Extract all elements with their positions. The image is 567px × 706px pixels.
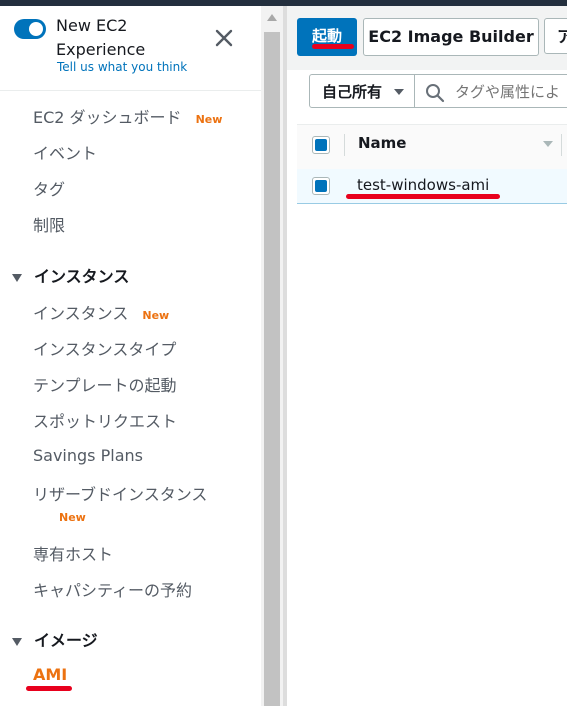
close-icon[interactable] [212,26,236,50]
collapse-triangle-icon [12,273,22,282]
sidebar-item-instances[interactable]: インスタンス New [33,300,169,324]
actions-button[interactable]: ア [544,18,567,54]
ec2-image-builder-button[interactable]: EC2 Image Builder [363,18,539,56]
sidebar-item-label: インスタンス [33,304,129,323]
checkbox-fill [315,139,327,151]
sidebar-item-ami[interactable]: AMI [33,665,67,684]
row-checkbox[interactable] [312,177,330,195]
scrollbar-thumb[interactable] [264,32,280,706]
column-header-name[interactable]: Name [358,134,406,152]
ami-name-cell[interactable]: test-windows-ami [357,176,489,194]
red-annotation-underline [26,686,72,691]
sidebar-item-instance-types[interactable]: インスタンスタイプ [33,336,176,360]
sidebar-item-reserved-instances[interactable]: リザーブドインスタンス [33,481,207,505]
ownership-select[interactable]: 自己所有 [309,74,415,108]
sidebar-item-savings-plans[interactable]: Savings Plans [33,446,143,465]
sidebar-item-limits[interactable]: 制限 [33,212,65,236]
sidebar-item-tags[interactable]: タグ [33,176,65,200]
sidebar-item-label: EC2 ダッシュボード [33,108,182,127]
toggle-knob [29,22,43,36]
checkbox-fill [315,180,327,192]
collapse-triangle-icon [12,637,22,646]
new-experience-toggle[interactable] [14,19,46,39]
new-badge: New [142,309,170,322]
new-badge: New [59,511,86,524]
table-header [297,124,567,170]
column-separator [561,134,562,156]
section-title: イメージ [34,631,98,650]
search-box[interactable] [415,74,567,108]
select-all-checkbox[interactable] [312,136,330,154]
new-badge: New [195,113,223,126]
sort-caret-icon[interactable] [543,141,553,147]
search-input[interactable] [453,81,567,103]
sidebar-section-images[interactable]: イメージ [12,627,98,651]
sidebar-item-dashboard[interactable]: EC2 ダッシュボード New [33,104,222,128]
sidebar-item-events[interactable]: イベント [33,140,97,164]
section-title: インスタンス [34,267,130,286]
column-separator [344,134,345,156]
experience-title: New EC2 Experience [56,16,146,59]
chevron-down-icon [394,89,404,95]
sidebar-item-dedicated-hosts[interactable]: 専有ホスト [33,541,113,565]
scroll-up-arrow-icon[interactable] [267,14,277,21]
sidebar-item-spot-requests[interactable]: スポットリクエスト [33,408,177,432]
sidebar-divider [0,90,261,91]
sidebar-section-instances[interactable]: インスタンス [12,263,129,287]
feedback-link[interactable]: Tell us what you think [57,60,187,74]
ownership-select-value: 自己所有 [322,83,383,101]
sidebar-item-launch-templates[interactable]: テンプレートの起動 [33,372,177,396]
red-annotation-underline [346,194,500,199]
red-annotation-underline [312,44,354,49]
search-icon [426,84,445,103]
launch-button[interactable]: 起動 [297,18,357,56]
sidebar-item-capacity-reservations[interactable]: キャパシティーの予約 [33,577,192,601]
